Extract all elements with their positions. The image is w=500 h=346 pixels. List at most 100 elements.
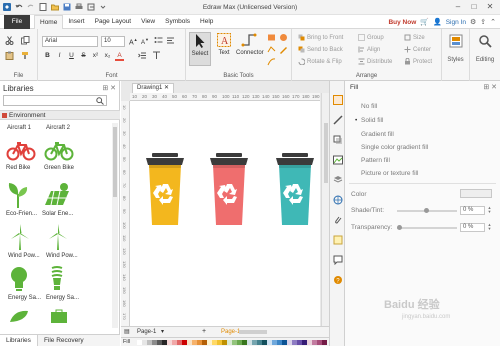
transparency-slider-knob[interactable] (397, 225, 402, 230)
tab-file-recovery[interactable]: File Recovery (38, 335, 90, 346)
tab-view[interactable]: View (136, 15, 160, 29)
ellipse-shape-icon[interactable] (279, 33, 288, 44)
format-painter-icon[interactable] (21, 51, 30, 62)
cut-icon[interactable] (5, 36, 14, 47)
subscript-button[interactable]: x₂ (103, 52, 112, 61)
color-swatches[interactable] (137, 340, 327, 345)
grow-font-icon[interactable]: A▲ (129, 37, 138, 46)
transparency-input[interactable]: 0 % (460, 223, 485, 232)
fill-option-no-fill[interactable]: No fill (355, 103, 377, 110)
shade-tint-spinner[interactable]: ▲ ▼ (486, 206, 493, 215)
teal-recycle-bin[interactable] (276, 153, 314, 225)
font-name-select[interactable]: Arial (42, 36, 98, 47)
canvas-horizontal-scrollbar-thumb[interactable] (239, 330, 267, 334)
yellow-recycle-bin[interactable] (146, 153, 184, 225)
transparency-spinner[interactable]: ▲ ▼ (486, 223, 493, 232)
file-menu-button[interactable]: File (4, 15, 30, 29)
font-size-select[interactable]: 10 (101, 36, 125, 47)
hyperlink-tool-icon[interactable] (333, 195, 343, 205)
bold-button[interactable]: B (43, 52, 52, 61)
red-recycle-bin[interactable] (210, 153, 248, 225)
image-tool-icon[interactable] (333, 155, 343, 165)
indent-icon[interactable] (138, 51, 147, 62)
fill-panel-controls[interactable]: ⊞ ✕ (483, 83, 497, 91)
library-section-environment[interactable]: Environment (0, 110, 120, 120)
close-icon[interactable]: ✕ (483, 1, 497, 13)
canvas-scrollbar-thumb[interactable] (324, 123, 328, 183)
line-tool-icon[interactable] (333, 115, 343, 125)
tab-insert[interactable]: Insert (63, 15, 89, 29)
library-item-partial-2[interactable] (48, 309, 98, 325)
libraries-scrollbar-thumb[interactable] (113, 127, 117, 197)
tab-home[interactable]: Home (34, 15, 64, 29)
fill-option-single-color-gradient[interactable]: Single color gradient fill (355, 144, 428, 151)
add-page-icon[interactable]: + (202, 328, 206, 335)
library-item-solar-energy[interactable]: Solar Ene... (42, 181, 92, 217)
close-tab-icon[interactable]: ✕ (164, 85, 169, 91)
comment-tool-icon[interactable] (333, 255, 343, 266)
distribute-button[interactable]: Distribute (358, 58, 392, 65)
styles-group[interactable]: Styles (442, 29, 470, 81)
libraries-scrollbar[interactable] (112, 123, 118, 328)
align-button[interactable]: Align (358, 46, 380, 53)
library-item-energy-saving-2[interactable]: Energy Sa... (46, 265, 96, 301)
settings-gear-icon[interactable]: ⚙ (470, 18, 476, 26)
pencil-icon[interactable] (267, 57, 276, 68)
share-icon[interactable]: ⇪ (480, 18, 486, 26)
select-button[interactable]: Select (189, 32, 211, 66)
layers-tool-icon[interactable] (333, 175, 343, 185)
bullet-list-icon[interactable] (154, 36, 163, 47)
color-swatch[interactable] (322, 340, 327, 345)
paste-icon[interactable] (5, 51, 14, 62)
note-tool-icon[interactable] (333, 235, 343, 245)
shadow-tool-icon[interactable] (333, 135, 343, 145)
superscript-button[interactable]: x² (91, 52, 100, 61)
text-direction-icon[interactable] (152, 51, 161, 62)
rectangle-shape-icon[interactable] (267, 33, 276, 44)
shrink-font-icon[interactable]: A▼ (141, 37, 149, 46)
page-dropdown-icon[interactable]: ▾ (161, 328, 164, 335)
protect-button[interactable]: Protect (404, 57, 432, 65)
italic-button[interactable]: I (55, 52, 64, 61)
polyline-icon[interactable] (267, 45, 276, 56)
center-button[interactable]: Center (404, 46, 431, 53)
connector-button[interactable]: Connector (236, 32, 264, 56)
underline-button[interactable]: U (67, 52, 76, 61)
search-icon[interactable] (96, 97, 104, 105)
fill-option-solid-fill[interactable]: • Solid fill (355, 117, 383, 124)
bring-to-front-button[interactable]: Bring to Front (298, 34, 343, 41)
libraries-panel-controls[interactable]: ⊞ ✕ (102, 84, 116, 92)
collapse-ribbon-icon[interactable]: ⌃ (490, 18, 496, 26)
tab-page-1[interactable]: Page-1 (221, 329, 240, 335)
sign-in-link[interactable]: Sign In (446, 19, 466, 26)
drawing-page[interactable] (130, 101, 320, 326)
group-button[interactable]: Group (358, 34, 384, 41)
color-picker[interactable] (460, 189, 492, 198)
copy-icon[interactable] (21, 36, 30, 47)
strikethrough-button[interactable]: S (79, 52, 88, 61)
tab-libraries[interactable]: Libraries (0, 335, 38, 346)
fill-option-gradient-fill[interactable]: Gradient fill (355, 131, 394, 138)
text-button[interactable]: A Text (213, 32, 235, 56)
cart-icon[interactable]: 🛒 (420, 18, 429, 26)
fill-option-pattern-fill[interactable]: Pattern fill (355, 157, 390, 164)
align-text-icon[interactable] (166, 36, 175, 47)
size-button[interactable]: Size (404, 34, 425, 41)
fill-option-picture-texture[interactable]: Picture or texture fill (355, 170, 418, 177)
library-search-input[interactable] (3, 95, 107, 106)
maximize-icon[interactable]: □ (467, 1, 481, 13)
library-item-green-bike[interactable]: Green Bike (44, 139, 94, 171)
minimize-icon[interactable]: – (451, 1, 465, 13)
canvas-vertical-scrollbar[interactable] (321, 93, 329, 326)
help-tool-icon[interactable]: ? (333, 275, 343, 285)
shade-tint-input[interactable]: 0 % (460, 206, 485, 215)
shade-tint-slider-knob[interactable] (424, 208, 429, 213)
shade-tint-slider[interactable] (397, 208, 457, 213)
buy-now-link[interactable]: Buy Now (388, 19, 416, 26)
fill-tool-icon[interactable] (333, 95, 343, 105)
library-item-aircraft-2[interactable]: Aircraft 2 (46, 125, 96, 131)
editing-group[interactable]: Editing (470, 29, 500, 81)
send-to-back-button[interactable]: Send to Back (298, 46, 343, 53)
page-selector[interactable]: Page-1 (137, 329, 156, 335)
font-color-button[interactable]: A (115, 52, 124, 61)
